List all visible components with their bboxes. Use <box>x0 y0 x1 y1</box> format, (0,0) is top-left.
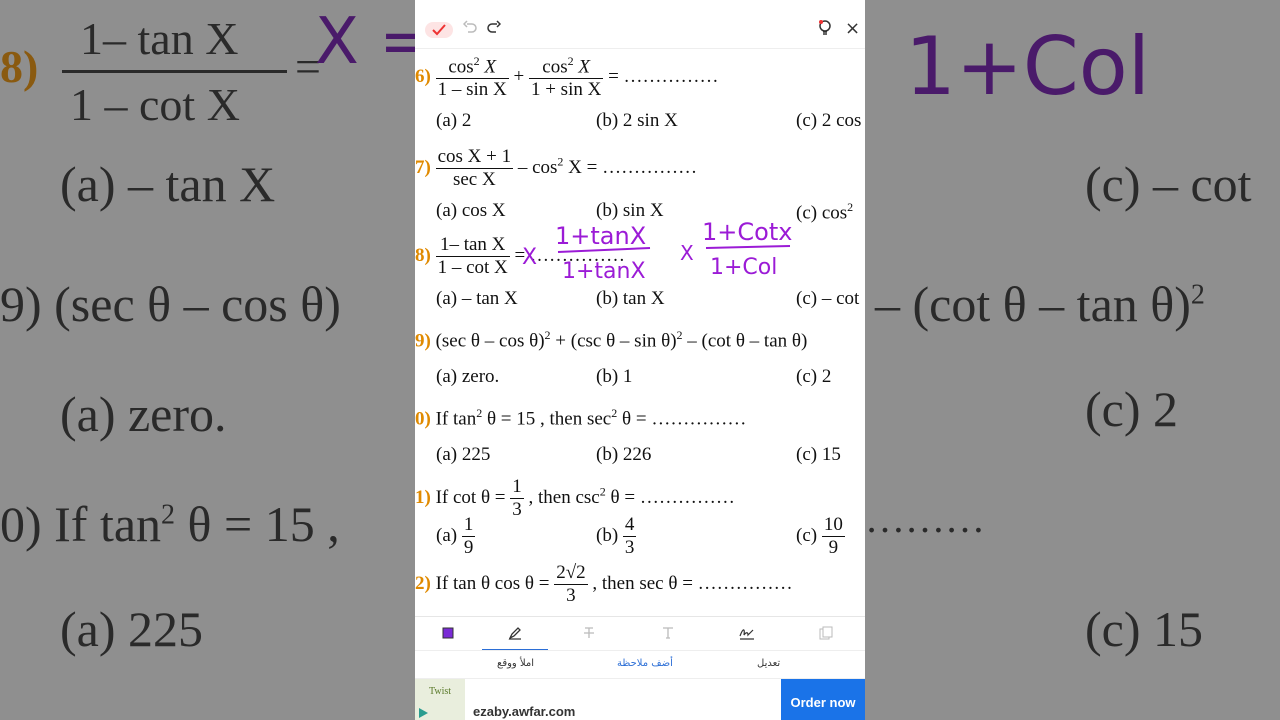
question-10: 0) If tan2 θ = 15 , then sec2 θ = …………… <box>415 406 747 430</box>
pen-icon <box>508 626 521 640</box>
question-7: 7) cos X + 1 sec X – cos2 X = …………… <box>415 146 698 190</box>
ad-banner[interactable]: Twist ezaby.awfar.com Order now <box>415 678 865 720</box>
annotation-toolbar <box>415 616 865 651</box>
q7-option-a[interactable]: (a) cos X <box>436 200 506 222</box>
background-left: 8) 1– tan X 1 – cot X = X = (a) – tan X … <box>0 0 415 720</box>
undo-icon[interactable] <box>463 20 477 34</box>
q6-option-a[interactable]: (a) 2 <box>436 110 471 132</box>
bg-right-option-c4: (c) 15 <box>1085 601 1203 657</box>
bg-q8-number: 8) <box>0 41 39 92</box>
q6-fraction-1: cos2 X1 – sin X <box>435 54 509 101</box>
bg-ink: X = <box>315 5 415 79</box>
q9-option-a[interactable]: (a) zero. <box>436 366 499 388</box>
bg-right-q9: – (cot θ – tan θ)2 <box>875 276 1205 332</box>
tool-text[interactable] <box>635 617 701 649</box>
fill-and-sign-button[interactable]: املأ ووقع <box>497 658 534 669</box>
close-icon[interactable]: × <box>845 18 860 39</box>
action-bar: املأ ووقع أضف ملاحظة تعديل <box>415 650 865 679</box>
q9-option-b[interactable]: (b) 1 <box>596 366 632 388</box>
order-now-button[interactable]: Order now <box>781 679 865 720</box>
shape-icon <box>442 627 454 638</box>
q10-option-b[interactable]: (b) 226 <box>596 444 651 466</box>
bg-q10: 0) If tan2 θ = 15 , <box>0 496 340 552</box>
question-6: 6) cos2 X1 – sin X + cos2 X1 + sin X = …… <box>415 54 719 101</box>
bg-q10-option-a: (a) 225 <box>60 601 203 657</box>
q8-option-a[interactable]: (a) – tan X <box>436 288 518 310</box>
ink-numerator-1: 1+tanX <box>555 222 646 250</box>
bg-q8-option-a: (a) – tan X <box>60 156 276 212</box>
tool-strike[interactable] <box>556 617 622 649</box>
q11-option-b[interactable]: (b) 43 <box>596 514 637 559</box>
q9-option-c[interactable]: (c) 2 <box>796 366 831 388</box>
tool-sign[interactable] <box>714 617 780 649</box>
question-12: 2) If tan θ cos θ = 2√2 3 , then sec θ = … <box>415 562 793 606</box>
top-toolbar: × <box>415 0 865 49</box>
bg-right-option-c1: (c) – cot <box>1085 156 1252 212</box>
q8-option-c[interactable]: (c) – cot <box>796 288 859 310</box>
text-icon <box>663 626 673 639</box>
tool-pen[interactable] <box>482 617 548 651</box>
document-content: 6) cos2 X1 – sin X + cos2 X1 + sin X = …… <box>415 48 865 616</box>
strike-icon <box>584 626 594 638</box>
tool-copy[interactable] <box>793 617 859 649</box>
sign-icon <box>739 628 754 640</box>
q6-option-c[interactable]: (c) 2 cos <box>796 110 861 132</box>
q8-option-b[interactable]: (b) tan X <box>596 288 665 310</box>
q12-fraction: 2√2 3 <box>554 562 588 606</box>
redo-icon[interactable] <box>487 20 501 34</box>
ink-x-2: X <box>680 241 694 265</box>
q11-fraction: 13 <box>510 476 524 520</box>
ink-denominator-2: 1+Col <box>710 255 777 280</box>
lightbulb-icon[interactable] <box>818 20 832 36</box>
ad-url[interactable]: ezaby.awfar.com <box>473 704 575 719</box>
copy-icon <box>819 626 833 639</box>
bg-right-ink: 1+Col <box>905 20 1150 113</box>
bg-q8-top: 1– tan X <box>80 13 239 64</box>
question-9: 9) (sec θ – cos θ)2 + (csc θ – sin θ)2 –… <box>415 328 808 352</box>
add-note-button[interactable]: أضف ملاحظة <box>617 658 673 669</box>
pdf-editor-panel: × 6) cos2 X1 – sin X + cos2 X1 + sin X =… <box>415 0 865 720</box>
bg-q9-option-a: (a) zero. <box>60 386 227 442</box>
play-store-icon <box>419 708 428 718</box>
check-icon <box>432 24 446 36</box>
q6-fraction-2: cos2 X1 + sin X <box>528 54 604 101</box>
ink-denominator-1: 1+tanX <box>562 259 646 284</box>
q11-option-a[interactable]: (a) 19 <box>436 514 476 559</box>
q11-option-c[interactable]: (c) 10 9 <box>796 514 845 559</box>
ink-x-1: X <box>522 245 537 270</box>
bg-q8-bottom: 1 – cot X <box>70 79 240 130</box>
edit-button[interactable]: تعديل <box>757 658 780 669</box>
bg-fraction-bar <box>62 70 287 73</box>
background-right: 1+Col (c) – cot – (cot θ – tan θ)2 (c) 2… <box>865 0 1280 720</box>
handwriting-annotation[interactable]: X 1+tanX 1+tanX X 1+Cotx 1+Col <box>520 210 820 290</box>
bg-q9: 9) (sec θ – cos θ) <box>0 276 341 332</box>
ink-numerator-2: 1+Cotx <box>702 218 792 246</box>
ink-fraction-bar-2 <box>705 245 791 249</box>
q7-fraction: cos X + 1 sec X <box>435 146 514 190</box>
bg-right-option-c2: (c) 2 <box>1085 381 1178 437</box>
q6-option-b[interactable]: (b) 2 sin X <box>596 110 678 132</box>
q10-option-a[interactable]: (a) 225 <box>436 444 490 466</box>
tool-shape[interactable] <box>415 617 481 649</box>
q8-fraction: 1– tan X1 – cot X <box>435 234 510 278</box>
bg-right-dots: ……… <box>865 496 985 541</box>
q10-option-c[interactable]: (c) 15 <box>796 444 841 466</box>
confirm-button[interactable] <box>425 22 453 38</box>
